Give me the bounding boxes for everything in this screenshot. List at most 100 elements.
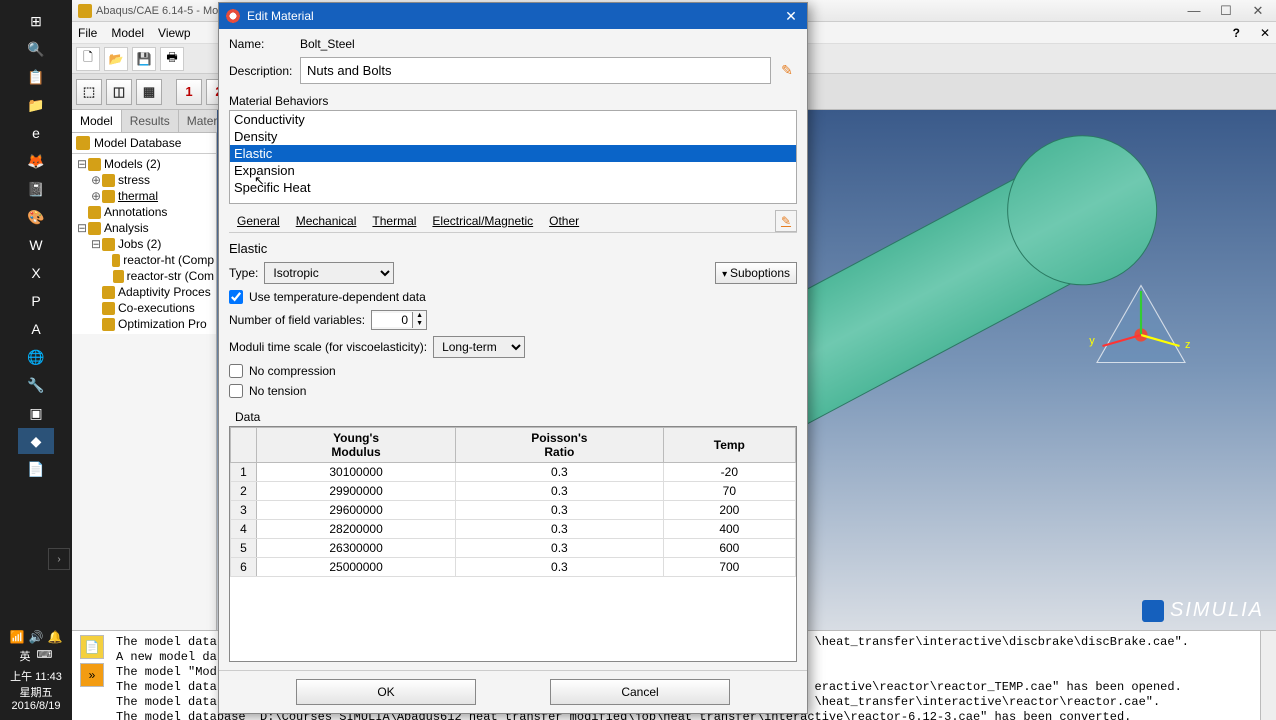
table-cell[interactable]: 28200000	[257, 520, 456, 539]
tree-item[interactable]: ⊟Analysis	[72, 220, 216, 236]
column-header[interactable]: Poisson'sRatio	[456, 428, 664, 463]
tree-item[interactable]: reactor-str (Com	[72, 268, 216, 284]
menu-general[interactable]: General	[229, 210, 288, 232]
view-1-button[interactable]: 1	[176, 79, 202, 105]
wifi-icon[interactable]: 📶	[10, 630, 25, 644]
field-vars-spinner[interactable]: ▲▼	[371, 310, 427, 330]
volume-icon[interactable]: 🔊	[29, 630, 44, 644]
table-row[interactable]: 2299000000.370	[231, 482, 796, 501]
tree-item[interactable]: Annotations	[72, 204, 216, 220]
taskbar-app-11[interactable]: A	[18, 316, 54, 342]
taskbar-app-5[interactable]: 🦊	[18, 148, 54, 174]
print-button[interactable]: 🖶	[160, 47, 184, 71]
taskbar-app-3[interactable]: 📁	[18, 92, 54, 118]
clock-time[interactable]: 上午 11:43	[0, 668, 72, 684]
spin-down[interactable]: ▼	[413, 320, 426, 328]
table-row[interactable]: 4282000000.3400	[231, 520, 796, 539]
table-cell[interactable]: 70	[663, 482, 795, 501]
temp-dependent-checkbox[interactable]	[229, 290, 243, 304]
view-box-button[interactable]: ▦	[136, 79, 162, 105]
description-input[interactable]	[300, 57, 771, 84]
column-header[interactable]: Young'sModulus	[257, 428, 456, 463]
taskbar-app-15[interactable]: ◆	[18, 428, 54, 454]
keyboard-icon[interactable]: ⌨	[37, 648, 53, 664]
table-cell[interactable]: 0.3	[456, 558, 664, 577]
tree-item[interactable]: ⊕thermal	[72, 188, 216, 204]
column-header[interactable]: Temp	[663, 428, 795, 463]
table-row[interactable]: 5263000000.3600	[231, 539, 796, 558]
view-cube-button[interactable]: ◫	[106, 79, 132, 105]
taskbar-app-0[interactable]: ⊞	[18, 8, 54, 34]
ok-button[interactable]: OK	[296, 679, 476, 705]
menu-model[interactable]: Model	[111, 26, 144, 40]
view-iso-button[interactable]: ⬚	[76, 79, 102, 105]
menu-electrical[interactable]: Electrical/Magnetic	[424, 210, 541, 232]
table-cell[interactable]: -20	[663, 463, 795, 482]
help-icon[interactable]: ?	[1233, 26, 1240, 40]
table-row[interactable]: 1301000000.3-20	[231, 463, 796, 482]
taskbar-app-1[interactable]: 🔍	[18, 36, 54, 62]
tree-item[interactable]: ⊟Jobs (2)	[72, 236, 216, 252]
behavior-item[interactable]: Conductivity	[230, 111, 796, 128]
close-window-button[interactable]: ✕	[1246, 3, 1270, 19]
table-cell[interactable]: 0.3	[456, 501, 664, 520]
taskbar-app-8[interactable]: W	[18, 232, 54, 258]
tree-item[interactable]: Co-executions	[72, 300, 216, 316]
tab-model[interactable]: Model	[72, 110, 122, 132]
table-cell[interactable]: 400	[663, 520, 795, 539]
taskbar-app-12[interactable]: 🌐	[18, 344, 54, 370]
taskbar-flyout-button[interactable]: ›	[48, 548, 70, 570]
taskbar-app-6[interactable]: 📓	[18, 176, 54, 202]
model-database-header[interactable]: Model Database	[72, 133, 216, 154]
data-table[interactable]: Young'sModulusPoisson'sRatioTemp 1301000…	[229, 426, 797, 662]
behavior-item[interactable]: Specific Heat	[230, 179, 796, 196]
suboptions-button[interactable]: Suboptions	[715, 262, 797, 284]
table-cell[interactable]: 0.3	[456, 520, 664, 539]
view-triad[interactable]: y z	[1086, 280, 1196, 390]
message-scrollbar[interactable]	[1260, 631, 1276, 720]
open-button[interactable]: 📂	[104, 47, 128, 71]
tree-item[interactable]: reactor-ht (Comp	[72, 252, 216, 268]
no-compression-checkbox[interactable]	[229, 364, 243, 378]
tab-results[interactable]: Results	[122, 110, 179, 132]
menu-viewport[interactable]: Viewp	[158, 26, 190, 40]
ime-lang[interactable]: 英	[20, 648, 31, 664]
table-cell[interactable]: 700	[663, 558, 795, 577]
material-behaviors-list[interactable]: ConductivityDensityElasticExpansionSpeci…	[229, 110, 797, 204]
tree-item[interactable]: Optimization Pro	[72, 316, 216, 332]
behavior-item[interactable]: Density	[230, 128, 796, 145]
taskbar-app-16[interactable]: 📄	[18, 456, 54, 482]
table-cell[interactable]: 30100000	[257, 463, 456, 482]
taskbar-app-4[interactable]: e	[18, 120, 54, 146]
edit-description-button[interactable]: ✎	[777, 61, 797, 81]
menu-other[interactable]: Other	[541, 210, 587, 232]
field-vars-input[interactable]	[372, 313, 412, 327]
taskbar-app-9[interactable]: X	[18, 260, 54, 286]
taskbar-app-2[interactable]: 📋	[18, 64, 54, 90]
notifications-icon[interactable]: 🔔	[47, 630, 62, 644]
save-button[interactable]: 💾	[132, 47, 156, 71]
table-cell[interactable]: 0.3	[456, 539, 664, 558]
behavior-item[interactable]: Elastic	[230, 145, 796, 162]
table-cell[interactable]: 29900000	[257, 482, 456, 501]
table-cell[interactable]: 26300000	[257, 539, 456, 558]
menu-file[interactable]: File	[78, 26, 97, 40]
table-cell[interactable]: 0.3	[456, 482, 664, 501]
taskbar-app-7[interactable]: 🎨	[18, 204, 54, 230]
menu-thermal[interactable]: Thermal	[364, 210, 424, 232]
table-cell[interactable]: 29600000	[257, 501, 456, 520]
minimize-button[interactable]: —	[1182, 3, 1206, 19]
tree-item[interactable]: Adaptivity Proces	[72, 284, 216, 300]
new-button[interactable]: 🗋	[76, 47, 100, 71]
edit-behavior-button[interactable]: ✎	[775, 210, 797, 232]
message-info-button[interactable]: 📄	[80, 635, 104, 659]
table-cell[interactable]: 25000000	[257, 558, 456, 577]
no-tension-checkbox[interactable]	[229, 384, 243, 398]
behavior-item[interactable]: Expansion	[230, 162, 796, 179]
cancel-button[interactable]: Cancel	[550, 679, 730, 705]
tree-item[interactable]: ⊟Models (2)	[72, 156, 216, 172]
table-row[interactable]: 6250000000.3700	[231, 558, 796, 577]
taskbar-app-13[interactable]: 🔧	[18, 372, 54, 398]
dialog-titlebar[interactable]: Edit Material ✕	[219, 3, 807, 29]
table-cell[interactable]: 200	[663, 501, 795, 520]
